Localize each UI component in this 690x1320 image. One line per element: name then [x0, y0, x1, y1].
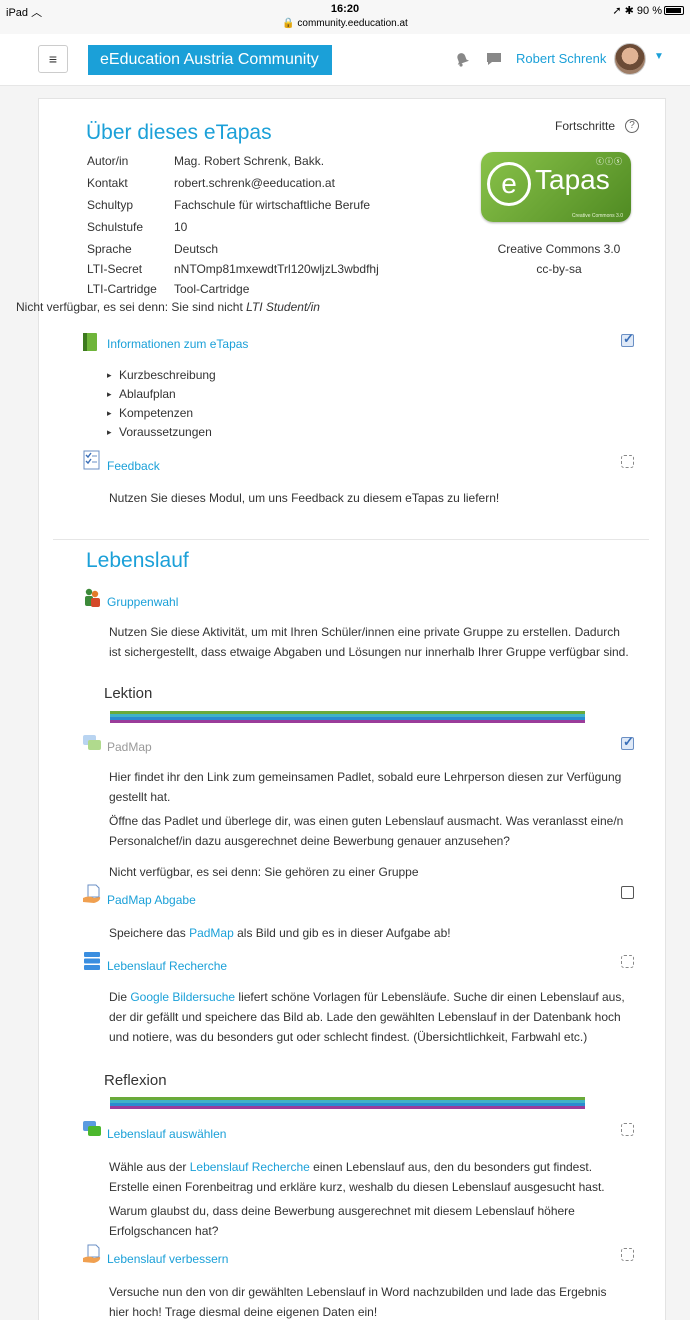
completion-checkbox-choose[interactable]	[621, 1123, 634, 1136]
feedback-checklist-icon	[83, 450, 100, 470]
section-divider	[53, 539, 649, 540]
meta-label-contact: Kontakt	[87, 176, 128, 190]
padmap-activity-link[interactable]: PadMap	[107, 740, 152, 754]
ios-status-bar: iPad ︿ 16:20 🔒 community.eeducation.at ➚…	[0, 0, 690, 34]
lektion-color-divider	[110, 711, 585, 723]
meta-label-lti-secret: LTI-Secret	[87, 262, 143, 276]
meta-label-lti-cartridge: LTI-Cartridge	[87, 282, 157, 296]
feedback-description: Nutzen Sie dieses Modul, um uns Feedback…	[109, 491, 500, 505]
meta-value-lti-secret: nNTOmp81mxewdtTrl120wljzL3wbdfhj	[174, 262, 379, 276]
battery-indicator: ➚ ✱ 90 %	[612, 4, 684, 17]
etapas-logo-small: Creative Commons 3.0	[571, 213, 623, 219]
etapas-logo-text: Tapas	[535, 164, 610, 195]
bluetooth-icon: ✱	[624, 5, 634, 17]
list-item: Ablaufplan	[107, 385, 216, 404]
completion-checkbox-info[interactable]	[621, 331, 634, 347]
meta-label-grade: Schulstufe	[87, 220, 144, 234]
user-avatar[interactable]	[614, 43, 646, 75]
clock: 16:20	[330, 3, 360, 15]
padmap-inline-link[interactable]: PadMap	[189, 926, 234, 940]
info-activity-link[interactable]: Informationen zum eTapas	[107, 337, 248, 351]
database-icon	[84, 952, 100, 970]
battery-icon	[664, 6, 684, 15]
divider-stripe	[110, 1106, 585, 1109]
messages-speech-bubble-icon[interactable]	[485, 51, 503, 67]
list-item: Voraussetzungen	[107, 423, 216, 442]
improve-cv-activity-link[interactable]: Lebenslauf verbessern	[107, 1252, 228, 1266]
book-icon	[83, 333, 97, 351]
assignment-hand-icon	[83, 884, 101, 903]
meta-label-author: Autor/in	[87, 154, 129, 168]
reflexion-color-divider	[110, 1097, 585, 1109]
padmap-submit-description: Speichere das PadMap als Bild und gib es…	[109, 926, 451, 940]
padmap-submit-activity-link[interactable]: PadMap Abgabe	[107, 893, 196, 907]
site-brand-link[interactable]: eEducation Austria Community	[88, 45, 332, 75]
completion-checkbox-padmap[interactable]	[621, 734, 634, 750]
chevron-down-icon[interactable]: ▼	[654, 51, 664, 62]
divider-stripe	[110, 720, 585, 723]
meta-label-schooltype: Schultyp	[87, 198, 134, 212]
completion-checkbox-padmap-submit[interactable]	[621, 886, 634, 899]
help-icon[interactable]: ?	[625, 119, 639, 133]
cc-license-icons: ⓒⓘⓢ	[596, 157, 623, 166]
padmap-restriction: Nicht verfügbar, es sei denn: Sie gehöre…	[109, 865, 419, 879]
choose-cv-description: Wähle aus der Lebenslauf Recherche einen…	[109, 1160, 605, 1194]
meta-value-contact: robert.schrenk@eeducation.at	[174, 176, 335, 190]
info-item-list: Kurzbeschreibung Ablaufplan Kompetenzen …	[107, 366, 216, 442]
forum-bubbles-icon	[83, 735, 101, 750]
subsection-lektion: Lektion	[104, 685, 153, 702]
research-inline-link[interactable]: Lebenslauf Recherche	[190, 1160, 310, 1174]
subsection-reflexion: Reflexion	[104, 1072, 167, 1089]
meta-value-language: Deutsch	[174, 242, 219, 256]
forum-bubbles-icon	[83, 1121, 101, 1136]
etapas-logo-e: e	[487, 162, 531, 206]
section-title: Lebenslauf	[86, 549, 189, 572]
license-name: Creative Commons 3.0	[497, 242, 621, 256]
lti-cartridge-link[interactable]: Tool-Cartridge	[174, 282, 249, 296]
research-description: Die Google Bildersuche liefert schöne Vo…	[109, 990, 625, 1044]
meta-value-schooltype: Fachschule für wirtschaftliche Berufe	[174, 198, 371, 212]
completion-checkbox-research[interactable]	[621, 955, 634, 968]
user-menu-name[interactable]: Robert Schrenk	[516, 51, 606, 66]
license-code: cc-by-sa	[536, 262, 582, 276]
completion-checkbox-feedback[interactable]	[621, 455, 634, 468]
hamburger-menu-button[interactable]: ≡	[38, 45, 68, 73]
course-summary-title: Über dieses eTapas	[86, 121, 272, 144]
meta-value-grade: 10	[174, 220, 188, 234]
restriction-note: Nicht verfügbar, es sei denn: Sie sind n…	[16, 300, 320, 314]
top-navbar: ≡ eEducation Austria Community Robert Sc…	[0, 34, 690, 86]
choose-cv-description-2: Warum glaubst du, dass deine Bewerbung a…	[109, 1204, 575, 1238]
padmap-description-2: Öffne das Padlet und überlege dir, was e…	[109, 814, 624, 848]
research-activity-link[interactable]: Lebenslauf Recherche	[107, 959, 227, 973]
meta-value-author: Mag. Robert Schrenk, Bakk.	[174, 154, 325, 168]
assignment-hand-icon	[83, 1244, 101, 1263]
notifications-bell-icon[interactable]	[453, 51, 471, 67]
groupchoice-activity-link[interactable]: Gruppenwahl	[107, 595, 178, 609]
address-url[interactable]: 🔒 community.eeducation.at	[0, 18, 690, 29]
group-people-icon	[85, 588, 100, 607]
padmap-description-1: Hier findet ihr den Link zum gemeinsamen…	[109, 770, 622, 804]
completion-checkbox-improve[interactable]	[621, 1248, 634, 1261]
progress-label: Fortschritte	[555, 119, 616, 133]
location-icon: ➚	[612, 5, 622, 17]
list-item: Kurzbeschreibung	[107, 366, 216, 385]
improve-cv-description: Versuche nun den von dir gewählten Leben…	[109, 1285, 607, 1319]
choose-cv-activity-link[interactable]: Lebenslauf auswählen	[107, 1127, 226, 1141]
etapas-logo: e Tapas ⓒⓘⓢ Creative Commons 3.0	[481, 152, 631, 222]
list-item: Kompetenzen	[107, 404, 216, 423]
feedback-activity-link[interactable]: Feedback	[107, 459, 160, 473]
meta-label-language: Sprache	[87, 242, 132, 256]
groupchoice-description: Nutzen Sie diese Aktivität, um mit Ihren…	[109, 625, 629, 659]
google-image-search-link[interactable]: Google Bildersuche	[130, 990, 235, 1004]
course-content-card: Über dieses eTapas Fortschritte ? Autor/…	[16, 98, 666, 1320]
